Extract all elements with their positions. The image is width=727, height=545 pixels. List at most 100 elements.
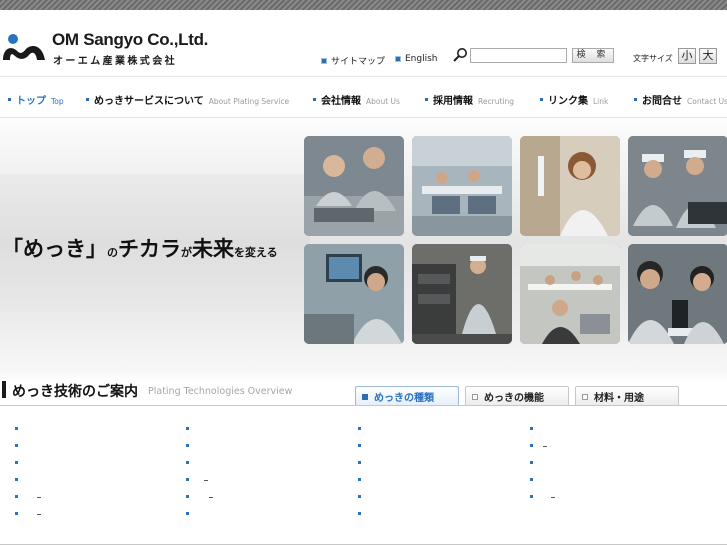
tagline-part: を変える [234,246,278,259]
nav-label: 採用情報 [433,96,473,107]
bullet-square-icon [395,56,401,62]
logo-name-jp[interactable]: オーエム産業株式会社 [53,52,177,67]
list-item[interactable] [358,493,364,499]
tab-bullet-icon [362,393,368,400]
nav-item-plating-service[interactable]: めっきサービスについて About Plating Service [86,92,289,107]
list-item[interactable] [530,425,536,431]
tab-plating-types[interactable]: めっきの種類 [355,386,459,406]
hero-photo [520,244,620,344]
list-dash [37,497,41,498]
nav-label: 会社情報 [321,96,361,107]
tagline-part: の [107,246,118,259]
tagline-part: が [181,246,192,259]
nav-bullet-icon [425,98,428,101]
bullet-square-icon [321,57,327,64]
hero-photo [304,136,404,236]
search-button[interactable]: 検 索 [572,48,614,63]
list-item[interactable] [358,476,364,482]
list-item[interactable] [186,425,192,431]
list-item[interactable] [15,459,21,465]
list-item[interactable] [530,442,536,448]
english-label: English [405,54,438,64]
tab-label: 材料・用途 [594,393,644,404]
font-size-small-button[interactable]: 小 [678,48,696,64]
top-stripe [0,0,727,10]
list-dash [551,497,555,498]
list-dash [37,514,41,515]
nav-label-en: About Us [366,97,400,106]
list-item[interactable] [186,476,192,482]
global-nav: トップ Top めっきサービスについて About Plating Servic… [0,76,727,118]
tab-materials-uses[interactable]: 材料・用途 [575,386,679,406]
nav-bullet-icon [313,98,316,101]
nav-bullet-icon [540,98,543,101]
sitemap-link[interactable]: サイトマップ [321,54,385,67]
site-header: OM Sangyo Co.,Ltd. オーエム産業株式会社 サイトマップ Eng… [0,10,727,76]
list-item[interactable] [186,442,192,448]
section-title-marker [2,381,6,398]
hero-photo [628,136,727,236]
english-link[interactable]: English [395,54,438,64]
tab-bullet-icon [472,393,478,400]
nav-item-recruiting[interactable]: 採用情報 Recruting [425,92,514,107]
hero-photo [520,136,620,236]
list-item[interactable] [15,476,21,482]
list-item[interactable] [530,493,536,499]
sitemap-label: サイトマップ [331,57,386,67]
tab-bullet-icon [582,393,588,400]
list-item[interactable] [358,442,364,448]
search-icon [453,48,467,62]
nav-label-en: Top [51,97,64,106]
hero-photo [412,244,512,344]
font-size-label: 文字サイズ [633,54,673,63]
list-item[interactable] [358,510,364,516]
tab-label: めっきの種類 [374,393,434,404]
tab-label: めっきの機能 [484,393,544,404]
nav-label: トップ [16,96,46,107]
nav-bullet-icon [86,98,89,101]
hero-tagline: 「めっき」のチカラが未来を変える [2,233,278,263]
section-subtitle: Plating Technologies Overview [148,386,293,397]
tab-plating-functions[interactable]: めっきの機能 [465,386,569,406]
list-dash [204,480,208,481]
hero-banner: 「めっき」のチカラが未来を変える [0,118,727,368]
nav-label: リンク集 [548,96,588,107]
nav-label-en: Recruting [478,97,514,106]
company-logo-icon[interactable] [2,32,46,62]
nav-item-links[interactable]: リンク集 Link [540,92,608,107]
list-item[interactable] [15,442,21,448]
list-item[interactable] [530,459,536,465]
nav-bullet-icon [8,98,11,101]
hero-photo [304,244,404,344]
nav-label-en: About Plating Service [208,97,290,106]
list-item[interactable] [15,425,21,431]
nav-bullet-icon [634,98,637,101]
list-item[interactable] [186,459,192,465]
search-input[interactable] [470,48,567,63]
list-item[interactable] [15,510,21,516]
list-item[interactable] [530,476,536,482]
list-dash [543,446,547,447]
list-item[interactable] [358,425,364,431]
list-dash [209,497,213,498]
nav-item-top[interactable]: トップ Top [8,92,64,107]
list-item[interactable] [186,493,192,499]
tagline-part: チカラ [118,236,181,261]
section-title: めっき技術のご案内 [12,384,138,400]
list-item[interactable] [358,459,364,465]
nav-item-contact[interactable]: お問合せ Contact Us [634,92,727,107]
hero-photo [628,244,727,344]
list-item[interactable] [186,510,192,516]
nav-label: めっきサービスについて [94,96,204,107]
list-item[interactable] [15,493,21,499]
tagline-part: 「めっき」 [2,236,107,261]
nav-label-en: Contact Us [687,97,727,106]
nav-label: お問合せ [642,96,682,107]
tab-content-panel [0,405,727,545]
font-size-large-button[interactable]: 大 [699,48,717,64]
nav-item-about-us[interactable]: 会社情報 About Us [313,92,400,107]
tagline-part: 未来 [192,236,234,261]
logo-name-en[interactable]: OM Sangyo Co.,Ltd. [52,30,208,50]
nav-label-en: Link [593,97,609,106]
hero-photo [412,136,512,236]
